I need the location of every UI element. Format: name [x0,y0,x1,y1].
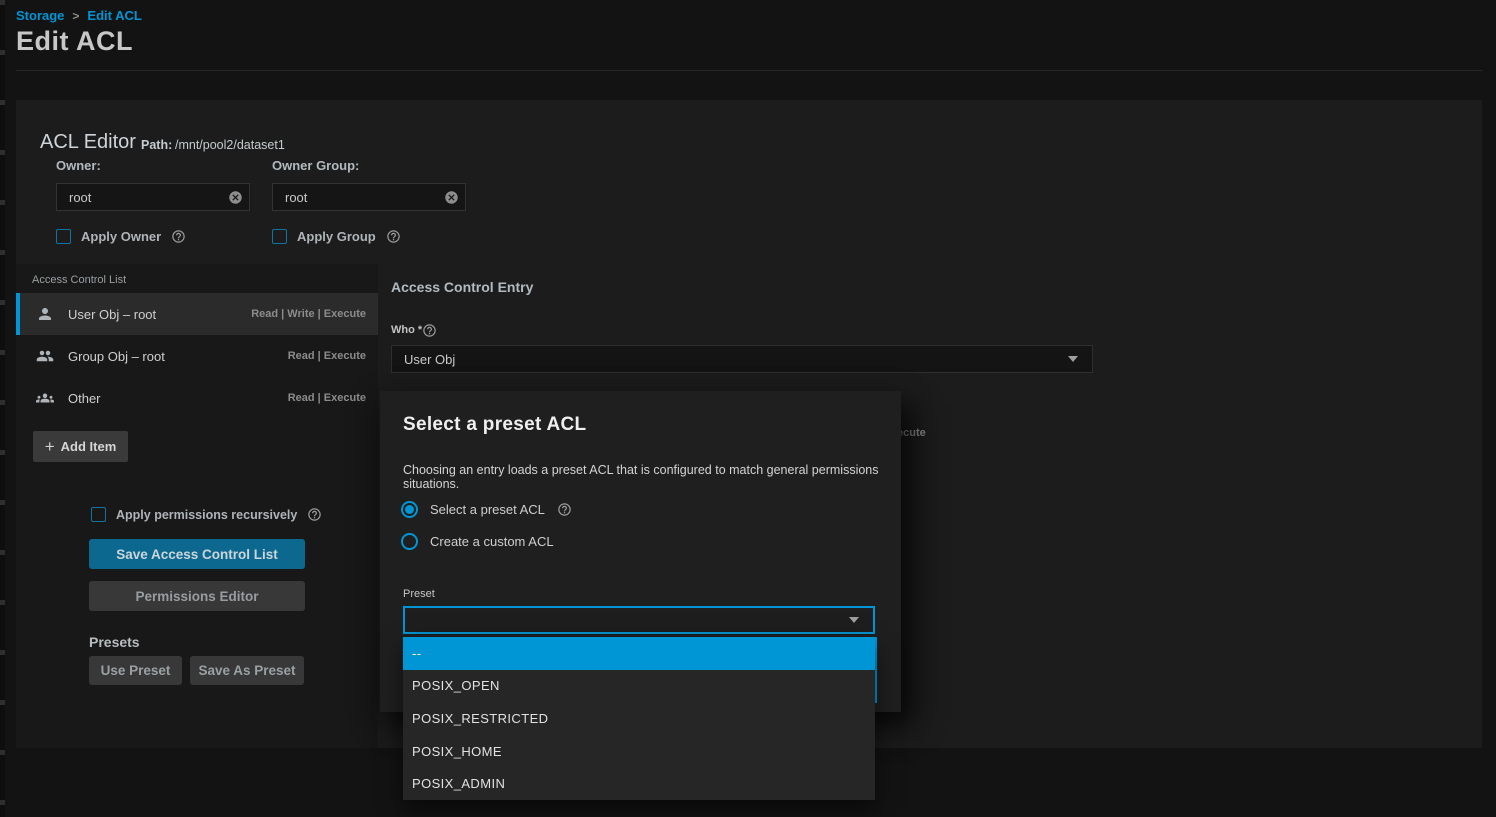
groups-icon [36,389,54,407]
preset-field-label: Preset [403,588,435,600]
select-preset-help-icon[interactable] [557,502,572,517]
acl-entry-label: Group Obj – root [68,349,288,364]
breadcrumb-separator: > [64,9,87,23]
preset-select[interactable] [403,606,875,634]
acl-entry-other[interactable]: Other Read | Execute [16,377,378,419]
apply-group-help-icon[interactable] [386,229,401,244]
who-help-icon[interactable] [422,323,437,338]
who-select-value: User Obj [404,352,1068,367]
create-custom-radio[interactable] [401,533,418,550]
group-icon [36,347,54,365]
access-control-list-header: Access Control List [32,274,126,286]
plus-icon: + [45,437,55,457]
apply-recursive-checkbox[interactable] [91,507,106,522]
person-icon [36,305,54,323]
presets-heading: Presets [89,634,140,650]
path-value: /mnt/pool2/dataset1 [175,138,285,152]
owner-input[interactable] [56,183,250,211]
apply-recursive-help-icon[interactable] [307,507,322,522]
page-title: Edit ACL [16,26,133,57]
preset-select-focus-border [875,637,877,703]
preset-option-posix-open[interactable]: POSIX_OPEN [403,670,875,703]
apply-group-checkbox[interactable] [272,229,287,244]
permissions-editor-button[interactable]: Permissions Editor [89,581,305,611]
left-edge-strip [0,0,5,817]
preset-option-posix-restricted[interactable]: POSIX_RESTRICTED [403,702,875,735]
acl-entry-permissions: Read | Execute [288,392,366,404]
path-label: Path: [141,138,172,152]
access-control-entry-title: Access Control Entry [391,279,533,295]
select-preset-radio[interactable] [401,501,418,518]
use-preset-button[interactable]: Use Preset [89,656,182,685]
preset-options-panel: -- POSIX_OPEN POSIX_RESTRICTED POSIX_HOM… [403,637,875,800]
acl-entry-permissions: Read | Execute [288,350,366,362]
breadcrumb-storage-link[interactable]: Storage [16,8,64,23]
owner-clear-icon[interactable] [228,190,243,205]
acl-entry-label: User Obj – root [68,307,251,322]
save-access-control-list-button[interactable]: Save Access Control List [89,539,305,569]
acl-entry-permissions: Read | Write | Execute [251,308,366,320]
breadcrumb-edit-acl-link[interactable]: Edit ACL [87,8,141,23]
dialog-title: Select a preset ACL [403,414,586,436]
owner-group-clear-icon[interactable] [444,190,459,205]
header-divider [16,70,1482,71]
acl-entry-group-obj[interactable]: Group Obj – root Read | Execute [16,335,378,377]
select-preset-radio-label: Select a preset ACL [430,502,545,517]
who-label: Who * [391,324,422,336]
apply-owner-label: Apply Owner [81,229,161,244]
add-item-button[interactable]: + Add Item [33,431,128,462]
apply-owner-help-icon[interactable] [171,229,186,244]
preset-option-posix-admin[interactable]: POSIX_ADMIN [403,767,875,800]
preset-option-posix-home[interactable]: POSIX_HOME [403,735,875,768]
who-select[interactable]: User Obj [391,345,1093,373]
apply-group-label: Apply Group [297,229,376,244]
acl-entry-user-obj[interactable]: User Obj – root Read | Write | Execute [16,293,378,335]
owner-group-label: Owner Group: [272,158,359,173]
chevron-down-icon [849,617,859,623]
acl-editor-title: ACL Editor [40,131,136,154]
breadcrumb: Storage > Edit ACL [16,8,142,23]
save-as-preset-button[interactable]: Save As Preset [190,656,304,685]
acl-entry-label: Other [68,391,288,406]
create-custom-radio-label: Create a custom ACL [430,534,554,549]
preset-option-blank[interactable]: -- [403,637,875,670]
dialog-description: Choosing an entry loads a preset ACL tha… [403,463,883,491]
edit-acl-page: Storage > Edit ACL Edit ACL ACL Editor P… [0,0,1496,817]
owner-label: Owner: [56,158,101,173]
obscured-execute-label: ecute [897,427,926,439]
chevron-down-icon [1068,356,1078,362]
owner-group-input[interactable] [272,183,466,211]
apply-recursive-label: Apply permissions recursively [116,508,297,522]
apply-owner-checkbox[interactable] [56,229,71,244]
